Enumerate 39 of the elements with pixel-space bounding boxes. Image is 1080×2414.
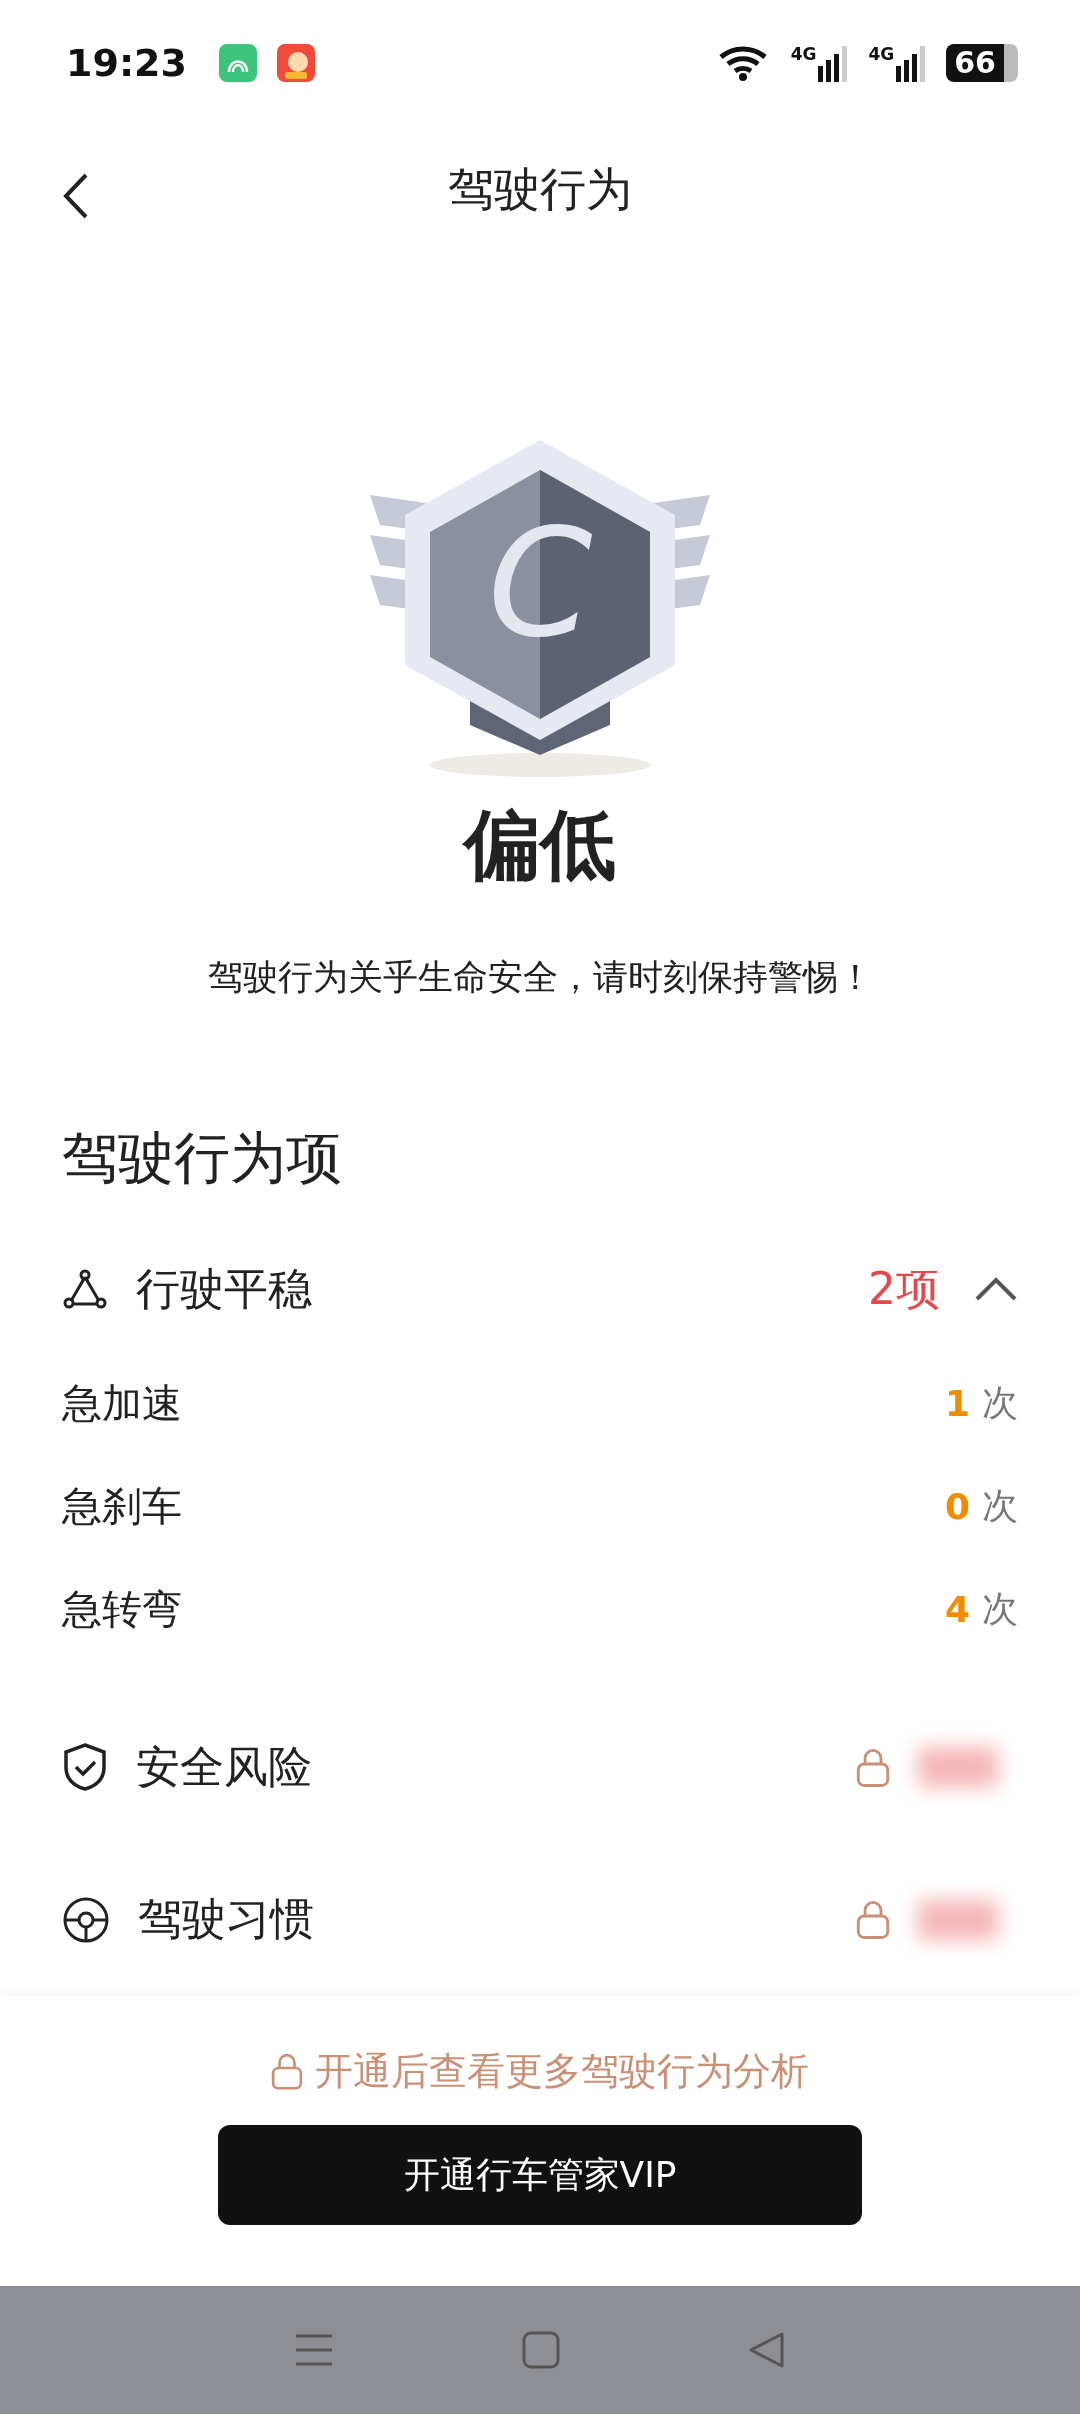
lock-icon (856, 1899, 890, 1941)
battery-level: 66 (946, 43, 1018, 82)
page-title: 驾驶行为 (448, 161, 632, 218)
vip-button[interactable]: 开通行车管家VIP (218, 2125, 862, 2225)
home-icon[interactable] (522, 2331, 560, 2369)
status-time: 19:23 (66, 40, 187, 85)
behavior-name: 急刹车 (62, 1481, 183, 1531)
network-type: 4G (790, 43, 817, 64)
warning-message: 驾驶行为关乎生命安全，请时刻保持警惕！ (206, 956, 874, 999)
network-type: 4G (868, 43, 895, 64)
count-unit: 次 (982, 1483, 1018, 1528)
lock-icon (856, 1746, 890, 1788)
category-name: 行驶平稳 (136, 1261, 313, 1316)
behavior-name: 急加速 (62, 1378, 183, 1428)
behavior-count: 0 (944, 1485, 970, 1527)
behavior-count: 4 (944, 1588, 970, 1630)
count-unit: 次 (982, 1380, 1018, 1425)
behavior-count: 1 (944, 1382, 970, 1424)
app-icon (276, 43, 315, 82)
category-count: 2项 (868, 1261, 940, 1316)
back-triangle-icon[interactable] (748, 2331, 786, 2369)
app-icon (218, 43, 257, 82)
grade-label: 偏低 (461, 799, 617, 891)
triangle-nodes-icon (62, 1268, 108, 1311)
lock-icon (271, 2052, 303, 2091)
category-row[interactable]: 驾驶习惯 (0, 1843, 1080, 1996)
unlock-hint: 开通后查看更多驾驶行为分析 (315, 2048, 809, 2095)
section-title: 驾驶行为项 (62, 1124, 343, 1192)
signal-icon (818, 43, 849, 82)
collapse-button[interactable] (974, 1276, 1018, 1303)
category-name: 安全风险 (136, 1739, 313, 1794)
shield-check-icon (62, 1742, 108, 1793)
category-row[interactable]: 安全风险 (0, 1690, 1080, 1844)
category-name: 驾驶习惯 (138, 1892, 315, 1947)
category-row[interactable]: 行驶平稳 2项 (0, 1237, 1080, 1342)
steering-wheel-icon (62, 1895, 110, 1944)
signal-icon (896, 43, 927, 82)
behavior-name: 急转弯 (62, 1584, 183, 1634)
count-unit: 次 (982, 1586, 1018, 1631)
